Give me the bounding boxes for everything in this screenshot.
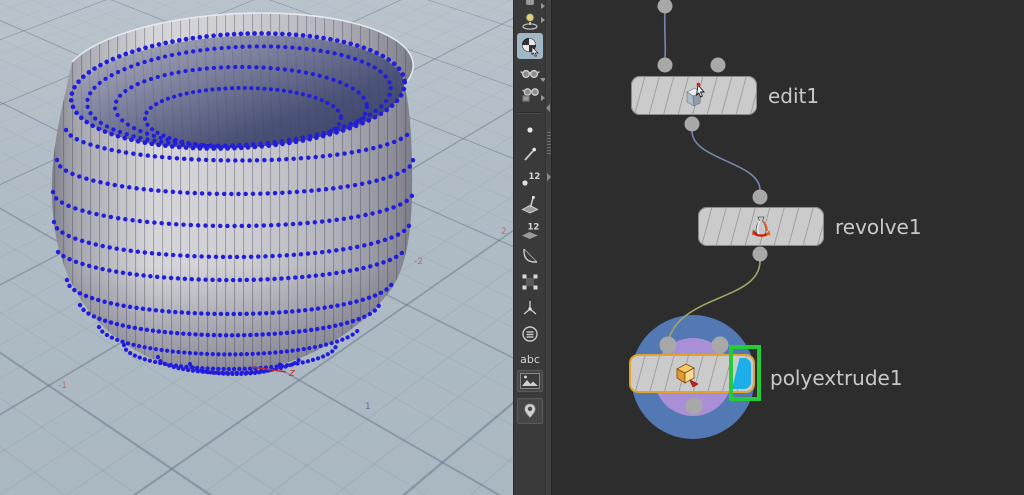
houdini-window: z -1 1 -2 2 12 12 abc edit1 revolve1 pol…	[0, 0, 1024, 495]
z-axis-label: z	[289, 366, 295, 379]
secure-selection-icon	[522, 13, 538, 30]
image-icon	[520, 373, 540, 389]
splitter-grip[interactable]	[547, 130, 551, 154]
display-points-button[interactable]	[517, 118, 543, 142]
background-image-button[interactable]	[517, 370, 543, 392]
viewport-toolbar: 12 12 abc	[513, 0, 546, 495]
prim-numbers-icon: 12	[522, 223, 540, 239]
view-isolate-icon	[522, 88, 539, 102]
display-point-normals-button[interactable]	[517, 142, 543, 166]
handle-box-icon	[522, 274, 538, 290]
location-pin-icon	[524, 403, 536, 419]
node-wires	[657, 0, 768, 415]
display-handles-button[interactable]	[517, 270, 543, 294]
view-glasses-icon	[520, 69, 540, 79]
needle-icon	[524, 147, 536, 161]
snap-location-button[interactable]	[517, 398, 543, 424]
node-label-polyextrude1: polyextrude1	[770, 366, 903, 390]
secure-selection-button[interactable]	[517, 9, 543, 33]
svg-text:12: 12	[529, 172, 541, 182]
display-prim-normals-button[interactable]	[517, 193, 543, 217]
display-point-numbers-button[interactable]: 12	[517, 167, 543, 191]
point-numbers-icon: 12	[522, 172, 541, 186]
collapse-right-icon[interactable]	[547, 173, 551, 181]
prim-needle-icon	[521, 195, 539, 214]
view-isolate-button[interactable]	[517, 82, 543, 106]
network-editor[interactable]: edit1 revolve1 polyextrude1	[552, 0, 1024, 495]
select-tool-button[interactable]	[517, 33, 543, 59]
display-hulls-button[interactable]	[517, 244, 543, 268]
abc-label-icon: abc	[520, 352, 540, 366]
node-label-edit1: edit1	[768, 84, 820, 108]
poles-icon	[522, 326, 538, 342]
display-prim-numbers-button[interactable]: 12	[517, 218, 543, 242]
svg-text:12: 12	[528, 223, 540, 233]
pane-splitter[interactable]	[545, 0, 552, 495]
edit-node-icon	[686, 82, 705, 107]
flag-highlight-box	[729, 345, 761, 401]
point-icon	[527, 127, 533, 133]
normals-icon	[523, 301, 537, 315]
collapse-left-icon[interactable]	[546, 104, 550, 112]
node-label-revolve1: revolve1	[835, 215, 922, 239]
display-poles-button[interactable]	[517, 322, 543, 346]
select-tool-icon	[522, 38, 539, 57]
toolbar-separator	[518, 112, 542, 114]
display-labels-button[interactable]: abc	[517, 347, 543, 371]
bowl-geometry[interactable]	[0, 0, 513, 495]
display-normals-button[interactable]	[517, 296, 543, 320]
polyextrude-node-icon	[676, 363, 699, 387]
node-edit1[interactable]	[631, 76, 757, 115]
hull-curve-icon	[523, 248, 538, 263]
clipped-tool-button[interactable]	[517, 0, 543, 8]
revolve-node-icon	[752, 216, 771, 237]
node-revolve1[interactable]	[698, 207, 824, 246]
scene-viewport[interactable]: z -1 1 -2 2	[0, 0, 513, 495]
